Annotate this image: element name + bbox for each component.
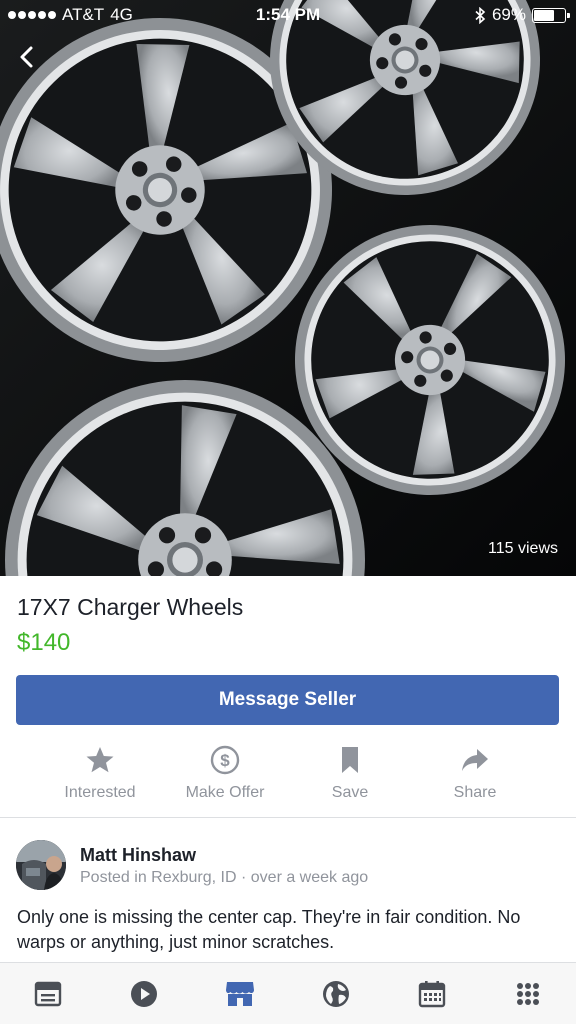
- bottom-tab-bar: [0, 962, 576, 1024]
- listing-description: Only one is missing the center cap. They…: [17, 907, 521, 952]
- share-label: Share: [453, 784, 497, 801]
- share-arrow-icon: [462, 749, 488, 771]
- more-grid-icon: [517, 983, 539, 1005]
- video-play-icon: [131, 981, 157, 1007]
- status-bar: AT&T 4G 1:54 PM 69%: [0, 0, 576, 30]
- battery-icon: [532, 7, 570, 23]
- meta-separator: ·: [240, 869, 247, 886]
- tab-more[interactable]: [480, 963, 576, 1024]
- make-offer-label: Make Offer: [185, 784, 265, 801]
- listing-photo[interactable]: [0, 0, 576, 576]
- interested-button[interactable]: Interested: [28, 740, 172, 816]
- back-button[interactable]: [12, 42, 42, 72]
- save-button[interactable]: Save: [278, 740, 422, 816]
- make-offer-button[interactable]: $ Make Offer: [153, 740, 297, 816]
- save-label: Save: [331, 784, 369, 801]
- posted-time: over a week ago: [250, 869, 369, 886]
- interested-label: Interested: [64, 784, 136, 801]
- divider: [0, 817, 576, 818]
- seller-name[interactable]: Matt Hinshaw: [80, 845, 196, 866]
- dollar-circle-icon: $: [210, 745, 240, 775]
- message-seller-button[interactable]: Message Seller: [16, 675, 559, 725]
- tab-marketplace[interactable]: [192, 963, 288, 1024]
- posted-location: Posted in Rexburg, ID: [80, 869, 237, 886]
- calendar-icon: [418, 981, 446, 1008]
- bluetooth-icon: [475, 6, 486, 24]
- listing-price: $140: [17, 629, 71, 656]
- bookmark-icon: [342, 747, 358, 773]
- tab-events[interactable]: [384, 963, 480, 1024]
- wheels-photo: [0, 0, 576, 576]
- star-icon: [86, 747, 114, 773]
- tab-video[interactable]: [96, 963, 192, 1024]
- marketplace-icon: [226, 982, 254, 1006]
- battery-percent: 69%: [491, 5, 526, 24]
- action-row: Interested $ Make Offer Save Share: [0, 740, 576, 816]
- posted-meta: Posted in Rexburg, ID · over a week ago: [80, 869, 368, 887]
- listing-title: 17X7 Charger Wheels: [17, 594, 244, 620]
- seller-avatar-image: [16, 840, 66, 890]
- tab-notifications-globe[interactable]: [288, 963, 384, 1024]
- chevron-left-icon: [20, 46, 33, 68]
- globe-icon: [323, 981, 349, 1007]
- tab-news-feed[interactable]: [0, 963, 96, 1024]
- avatar[interactable]: [16, 840, 66, 890]
- news-feed-icon: [34, 981, 62, 1007]
- share-button[interactable]: Share: [403, 740, 547, 816]
- view-count: 115 views: [488, 540, 558, 557]
- svg-text:$: $: [220, 751, 230, 770]
